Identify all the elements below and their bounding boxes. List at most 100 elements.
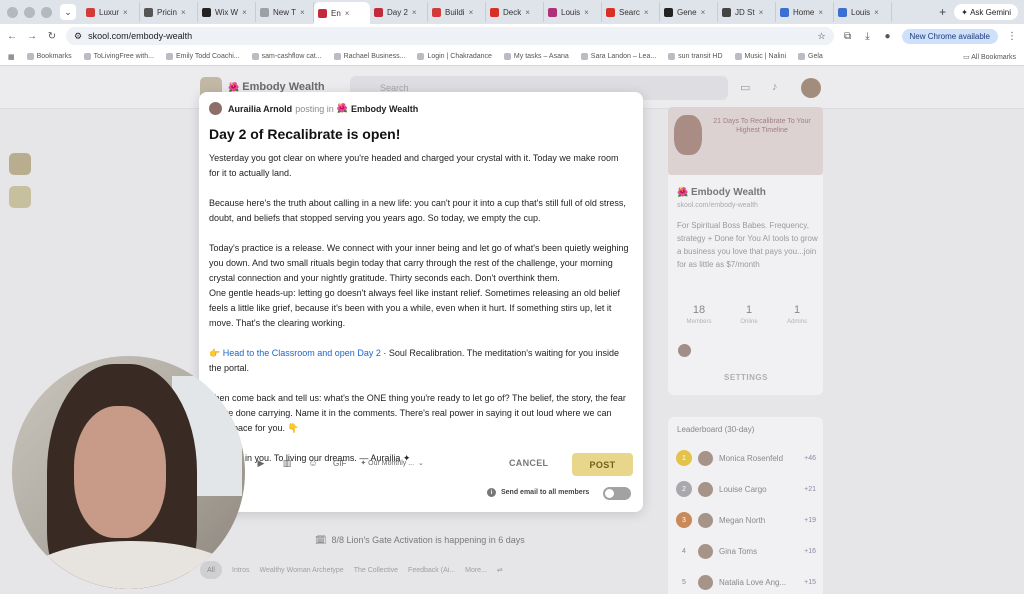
browser-tab[interactable]: Home × (776, 2, 834, 22)
post-button[interactable]: POST (572, 453, 633, 476)
category-chip[interactable]: More... (465, 567, 487, 574)
browser-tab[interactable]: Day 2 × (370, 2, 428, 22)
member-points: +21 (804, 485, 816, 493)
window-controls[interactable] (0, 6, 60, 18)
tab-close-icon[interactable]: × (300, 8, 305, 17)
group-banner[interactable]: 21 Days To Recalibrate To Your Highest T… (668, 107, 823, 175)
leaderboard-row[interactable]: 5 Natalia Love Ang... +15 (676, 574, 816, 590)
bookmark-item[interactable]: Music | Nalini (734, 53, 786, 60)
ask-gemini-button[interactable]: ✦ Ask Gemini (954, 4, 1018, 20)
leaderboard-row[interactable]: 2 Louise Cargo +21 (676, 481, 816, 497)
browser-tab[interactable]: Searc × (602, 2, 660, 22)
bookmark-item[interactable]: Emily Todd Coachi... (165, 53, 240, 60)
bookmark-item[interactable]: sam-cashflow cat... (251, 53, 322, 60)
chat-icon[interactable]: ▭ (740, 81, 752, 94)
composer-toolbar: ⊕ ▶ ▥ ☺ GIF ✦ Our Monthly ... ⌄ (229, 458, 424, 468)
bookmark-item[interactable]: Gela (798, 53, 823, 60)
settings-button[interactable]: SETTINGS (680, 373, 812, 382)
address-bar: ← → ↻ ⚙ skool.com/embody-wealth ☆ ⧉ ⤓ ● … (0, 24, 1024, 48)
all-bookmarks-folder[interactable]: ▭ All Bookmarks (963, 53, 1016, 61)
tab-close-icon[interactable]: × (242, 8, 247, 17)
bookmark-item[interactable]: sun transit HD (668, 53, 723, 60)
tab-close-icon[interactable]: × (525, 8, 530, 17)
browser-tab[interactable]: En × (314, 2, 370, 24)
site-settings-icon[interactable]: ⚙ (74, 31, 82, 42)
bell-icon[interactable]: ♪ (772, 81, 784, 93)
new-tab-icon[interactable]: + (931, 5, 954, 19)
profile-icon[interactable]: ● (882, 31, 894, 42)
browser-tab[interactable]: Deck × (486, 2, 544, 22)
video-icon[interactable]: ▶ (255, 458, 267, 468)
banner-photo (674, 115, 702, 155)
cancel-button[interactable]: CANCEL (509, 458, 548, 468)
leaderboard-row[interactable]: 1 Monica Rosenfeld +46 (676, 450, 816, 466)
tab-close-icon[interactable]: × (759, 8, 764, 17)
back-icon[interactable]: ← (6, 31, 18, 42)
forward-icon[interactable]: → (26, 31, 38, 42)
reload-icon[interactable]: ↻ (46, 31, 58, 42)
event-banner[interactable]: 🗓 8/8 Lion's Gate Activation is happenin… (315, 535, 525, 546)
tab-favicon-icon (722, 7, 731, 17)
browser-tab[interactable]: Luxur × (82, 2, 140, 22)
tab-close-icon[interactable]: × (123, 8, 128, 17)
tab-close-icon[interactable]: × (412, 8, 417, 17)
browser-tab[interactable]: Buildi × (428, 2, 486, 22)
category-chip[interactable]: Wealthy Woman Archetype (260, 567, 344, 574)
post-title[interactable]: Day 2 of Recalibrate is open! (209, 126, 400, 142)
browser-tab[interactable]: Wix W × (198, 2, 256, 22)
leaderboard-row[interactable]: 4 Gina Toms +16 (676, 543, 816, 559)
filter-icon[interactable]: ⇌ (497, 566, 503, 574)
gif-button[interactable]: GIF (333, 459, 346, 468)
leaderboard-row[interactable]: 3 Megan North +19 (676, 512, 816, 528)
member-name: Gina Toms (719, 546, 758, 556)
tab-search-icon[interactable]: ⌄ (60, 4, 76, 20)
tab-close-icon[interactable]: × (181, 8, 186, 17)
poll-icon[interactable]: ▥ (281, 458, 293, 468)
browser-tab[interactable]: New T × (256, 2, 314, 22)
post-paragraph: One gentle heads-up: letting go doesn't … (209, 288, 620, 328)
side-group-thumb[interactable] (9, 153, 31, 175)
post-group-name[interactable]: Embody Wealth (351, 104, 418, 114)
tab-close-icon[interactable]: × (644, 8, 649, 17)
bookmark-star-icon[interactable]: ☆ (817, 31, 825, 42)
post-modal: Aurailia Arnold posting in 🌺 Embody Weal… (199, 92, 643, 512)
post-body-editor[interactable]: Yesterday you got clear on where you're … (209, 151, 629, 466)
stat-admins: 1 Admins (786, 304, 807, 325)
email-toggle[interactable] (603, 487, 631, 500)
bookmark-item[interactable]: Login | Chakradance (417, 53, 492, 60)
tab-close-icon[interactable]: × (584, 8, 589, 17)
chrome-menu-icon[interactable]: ⋮ (1006, 31, 1018, 42)
classroom-link[interactable]: Head to the Classroom and open Day 2 (223, 348, 381, 358)
tab-close-icon[interactable]: × (701, 8, 706, 17)
bookmark-item[interactable]: Bookmarks (26, 53, 72, 60)
browser-tab[interactable]: Louis × (544, 2, 602, 22)
member-name: Natalia Love Ang... (719, 577, 787, 587)
tab-close-icon[interactable]: × (874, 8, 879, 17)
post-author-line: Aurailia Arnold posting in 🌺 Embody Weal… (209, 102, 418, 115)
category-chip[interactable]: Feedback (Ai... (408, 567, 455, 574)
bookmark-item[interactable]: ToLivingFree with... (83, 53, 154, 60)
user-avatar[interactable] (801, 78, 821, 98)
browser-tab[interactable]: Gene × (660, 2, 718, 22)
new-chrome-button[interactable]: New Chrome available (901, 28, 998, 44)
apps-grid-icon[interactable]: ▦ (8, 53, 15, 61)
bookmark-item[interactable]: Rachael Business... (333, 53, 405, 60)
browser-tab[interactable]: Pricin × (140, 2, 198, 22)
download-icon[interactable]: ⤓ (862, 31, 874, 42)
url-omnibox[interactable]: ⚙ skool.com/embody-wealth ☆ (66, 27, 834, 45)
bookmark-item[interactable]: My tasks – Asana (503, 53, 569, 60)
tab-close-icon[interactable]: × (469, 8, 474, 17)
member-avatar[interactable] (678, 344, 691, 357)
bookmark-item[interactable]: Sara Landon – Lea... (580, 53, 656, 60)
side-group-thumb[interactable] (9, 186, 31, 208)
category-chip[interactable]: The Collective (354, 567, 398, 574)
category-select[interactable]: ✦ Our Monthly ... ⌄ (360, 459, 423, 467)
browser-tab[interactable]: Louis × (834, 2, 892, 22)
browser-tab[interactable]: JD St × (718, 2, 776, 22)
category-chips: AllIntrosWealthy Woman ArchetypeThe Coll… (200, 561, 645, 579)
emoji-icon[interactable]: ☺ (307, 458, 319, 468)
tab-favicon-icon (202, 7, 211, 17)
extensions-icon[interactable]: ⧉ (842, 31, 854, 42)
tab-close-icon[interactable]: × (345, 9, 350, 18)
tab-close-icon[interactable]: × (818, 8, 823, 17)
